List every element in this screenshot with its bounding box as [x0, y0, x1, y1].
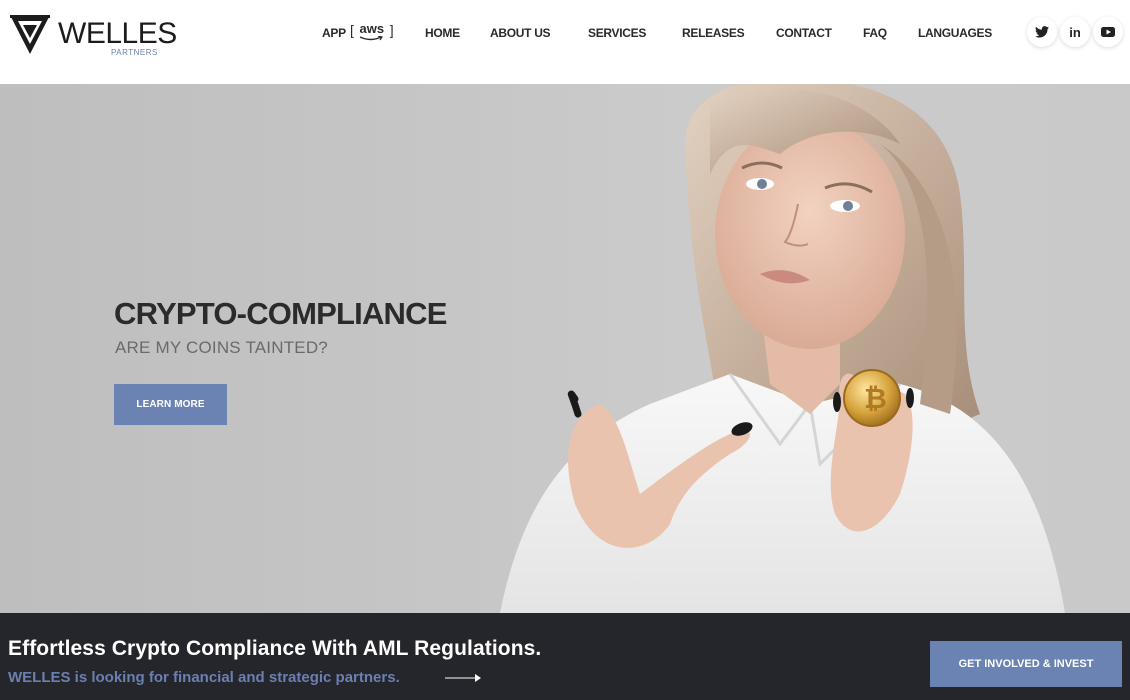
- logo-triangle-icon: [10, 15, 50, 54]
- nav-releases[interactable]: RELEASES: [682, 26, 745, 40]
- cta-subtitle: WELLES is looking for financial and stra…: [8, 669, 400, 686]
- arrow-right-icon: [445, 674, 481, 682]
- cta-band: Effortless Crypto Compliance With AML Re…: [0, 613, 1130, 700]
- aws-smile-icon: [359, 36, 383, 41]
- nav-app[interactable]: APP: [322, 26, 346, 40]
- brand-logo[interactable]: WELLES PARTNERS: [8, 12, 177, 60]
- hero-banner: ₿ CRYPTO-COMPLIANCE ARE MY COINS TAINTED…: [0, 84, 1130, 613]
- hero-subtitle: ARE MY COINS TAINTED?: [115, 338, 328, 357]
- youtube-button[interactable]: [1093, 17, 1123, 47]
- svg-text:₿: ₿: [864, 382, 887, 415]
- aws-logo: aws: [359, 21, 385, 36]
- nav-faq[interactable]: FAQ: [863, 26, 887, 40]
- linkedin-button[interactable]: in: [1060, 17, 1090, 47]
- hero-title: CRYPTO-COMPLIANCE: [114, 296, 447, 331]
- cta-title: Effortless Crypto Compliance With AML Re…: [8, 637, 542, 660]
- nav-aws-link[interactable]: [ aws ]: [350, 21, 394, 41]
- brand-name: WELLES: [58, 17, 177, 50]
- nav-contact[interactable]: CONTACT: [776, 26, 832, 40]
- aws-bracket-open: [: [350, 22, 354, 38]
- learn-more-button[interactable]: LEARN MORE: [114, 384, 227, 425]
- nav-services[interactable]: SERVICES: [588, 26, 646, 40]
- nav-about-us[interactable]: ABOUT US: [490, 26, 551, 40]
- aws-bracket-close: ]: [389, 22, 394, 38]
- hero-woman-with-coin-image: ₿: [500, 84, 1065, 613]
- twitter-button[interactable]: [1027, 17, 1057, 47]
- site-header: WELLES PARTNERS APP [ aws ] HOME ABOUT U…: [0, 0, 1130, 84]
- twitter-icon: [1035, 26, 1049, 38]
- nav-languages[interactable]: LANGUAGES: [918, 26, 992, 40]
- brand-subname: PARTNERS: [111, 48, 158, 57]
- nav-home[interactable]: HOME: [425, 26, 460, 40]
- linkedin-icon: in: [1069, 24, 1081, 40]
- youtube-icon: [1101, 27, 1115, 37]
- get-involved-invest-button[interactable]: GET INVOLVED & INVEST: [930, 641, 1122, 687]
